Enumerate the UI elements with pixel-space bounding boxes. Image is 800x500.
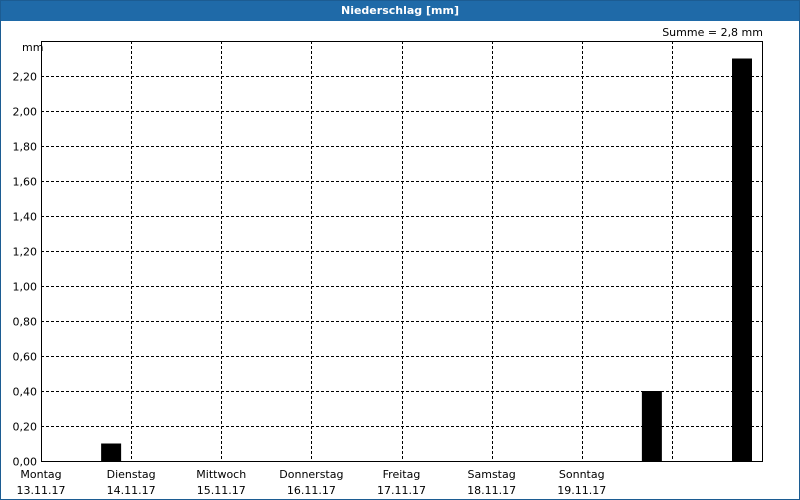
- precipitation-chart: mm 0,00 0,20 0,40 0,60 0,80 1,00 1,20 1,40 1,60 1…: [13, 41, 763, 497]
- y-tick-label: 0,20: [13, 421, 38, 434]
- y-tick-label: 1,20: [13, 246, 38, 259]
- x-tick-day-label: Freitag: [383, 468, 421, 481]
- x-tick-date-label: 18.11.17: [467, 484, 516, 497]
- y-tick-label: 1,00: [13, 281, 38, 294]
- x-tick-date-label: 14.11.17: [107, 484, 156, 497]
- y-tick-label: 1,40: [13, 211, 38, 224]
- y-tick-label: 0,80: [13, 316, 38, 329]
- bar: [101, 443, 122, 461]
- x-tick-day-label: Montag: [20, 468, 61, 481]
- x-tick-day-label: Sonntag: [559, 468, 605, 481]
- bar: [641, 391, 662, 461]
- y-tick-label: 2,20: [13, 71, 38, 84]
- y-tick-label: 0,60: [13, 351, 38, 364]
- x-tick-date-label: 13.11.17: [17, 484, 66, 497]
- y-tick-label: 0,00: [13, 456, 38, 469]
- x-tick-day-label: Dienstag: [107, 468, 156, 481]
- x-tick-day-label: Donnerstag: [279, 468, 343, 481]
- x-tick-day-label: Samstag: [468, 468, 516, 481]
- bar: [732, 58, 752, 461]
- y-tick-label: 0,40: [13, 386, 38, 399]
- y-unit-label: mm: [22, 41, 43, 54]
- y-tick-label: 1,60: [13, 176, 38, 189]
- x-tick-day-label: Mittwoch: [196, 468, 246, 481]
- y-tick-label: 2,00: [13, 106, 38, 119]
- y-tick-label: 1,80: [13, 141, 38, 154]
- x-tick-date-label: 15.11.17: [197, 484, 246, 497]
- x-tick-date-label: 16.11.17: [287, 484, 336, 497]
- x-tick-date-label: 19.11.17: [557, 484, 606, 497]
- x-tick-date-label: 17.11.17: [377, 484, 426, 497]
